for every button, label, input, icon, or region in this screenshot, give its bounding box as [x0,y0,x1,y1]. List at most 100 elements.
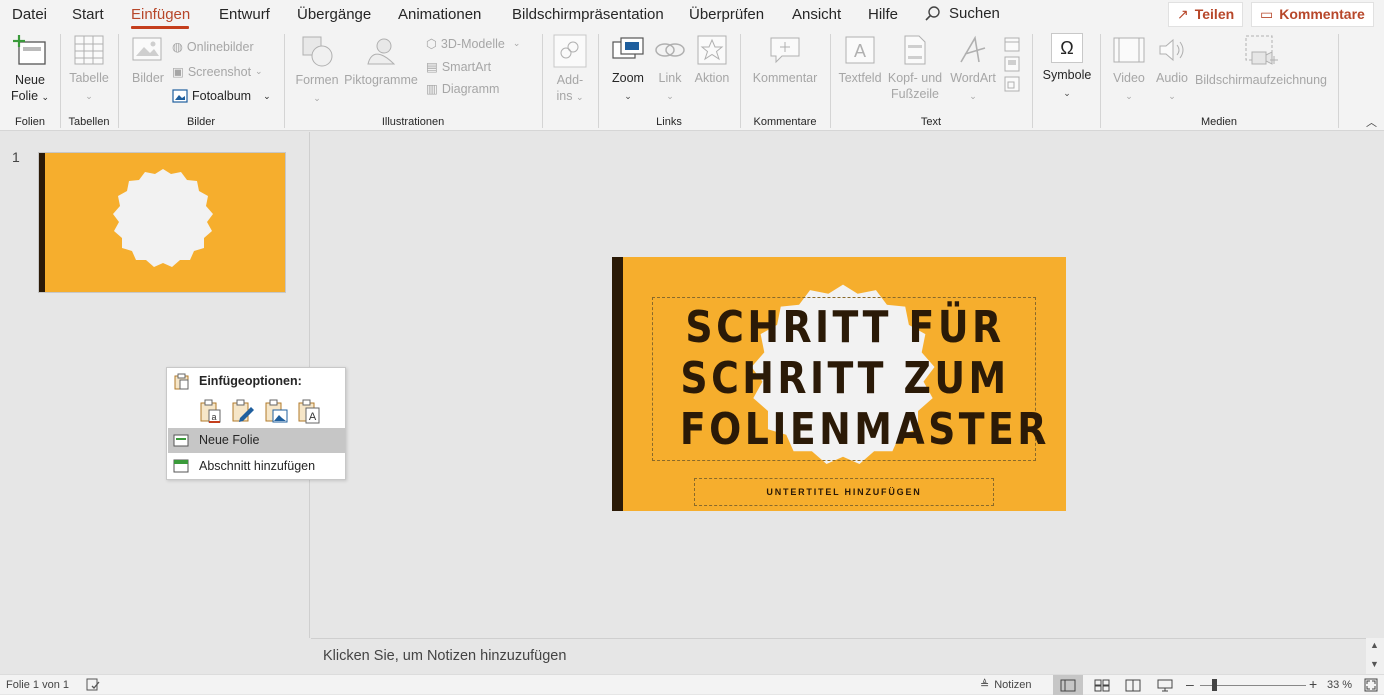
slideshow-button[interactable] [1150,675,1180,695]
header-footer-label-1: Kopf- und [887,71,943,85]
reading-view-button[interactable] [1118,675,1148,695]
comment-label: Kommentar [752,71,818,85]
menu-item-add-section[interactable]: Abschnitt hinzufügen [168,454,345,479]
tab-entwurf[interactable]: Entwurf [219,6,270,23]
accessibility-check-icon[interactable] [86,678,100,691]
tab-animationen[interactable]: Animationen [398,6,481,23]
title-placeholder[interactable]: SCHRITT FÜR SCHRITT ZUM FOLIENMASTER [652,297,1046,461]
screen-recording-button[interactable]: Bildschirmaufzeichnung [1194,34,1328,88]
new-slide-icon [173,434,189,447]
textbox-button[interactable]: A Textfeld [836,34,884,86]
tab-hilfe[interactable]: Hilfe [868,6,898,23]
symbols-button[interactable]: Ω Symbole ⌄ [1040,33,1094,101]
tab-einfuegen[interactable]: Einfügen [131,6,190,23]
zoom-slider-thumb[interactable] [1212,679,1217,691]
search-icon [925,6,940,21]
context-menu: Einfügeoptionen: a A Neue Folie Abschnit… [166,367,346,480]
slide-thumbnail[interactable] [38,152,286,293]
icons-button[interactable]: Piktogramme [342,34,420,88]
tab-ueberpruefen[interactable]: Überprüfen [689,6,764,23]
svg-text:a: a [211,412,216,422]
shapes-button[interactable]: Formen ⌄ [292,34,342,106]
link-label: Link [658,71,682,85]
online-images-button[interactable]: ◍ Onlinebilder [172,39,254,55]
symbols-label: Symbole [1042,68,1092,82]
slide-subtitle: UNTERTITEL HINZUFÜGEN [766,487,922,497]
paste-text-only-icon[interactable]: A [296,398,322,424]
zoom-button[interactable]: Zoom ⌄ [606,34,650,104]
header-footer-button[interactable]: Kopf- und Fußzeile [884,34,946,102]
svg-text:A: A [854,41,866,61]
link-button[interactable]: Link ⌄ [652,34,688,104]
notes-pane[interactable]: Klicken Sie, um Notizen hinzuzufügen [311,638,1367,674]
ribbon-separator [598,34,599,128]
comment-button[interactable]: Kommentar [748,34,822,86]
comments-button[interactable]: ▭ Kommentare [1251,2,1374,27]
badge-shape [113,169,213,267]
images-button[interactable]: Bilder [126,34,170,86]
zoom-out-button[interactable]: – [1186,676,1194,692]
slide-title-line-2: SCHRITT ZUM [680,353,1010,404]
video-button[interactable]: Video ⌄ [1108,34,1150,104]
chevron-down-icon: ⌄ [1063,88,1071,98]
screenshot-button[interactable]: ▣ Screenshot ⌄ [172,64,263,80]
slide-sorter-button[interactable] [1087,675,1117,695]
addins-button[interactable]: Add- ins ⌄ [550,34,590,105]
shapes-icon [302,36,333,67]
fit-to-window-icon[interactable] [1364,678,1378,692]
textbox-label: Textfeld [838,71,882,85]
chevron-down-icon: ⌄ [1125,91,1133,101]
tab-bildschirmpraesentation[interactable]: Bildschirmpräsentation [512,6,664,23]
tab-uebergaenge[interactable]: Übergänge [297,6,371,23]
new-slide-button[interactable]: Neue Folie ⌄ [8,34,52,105]
object-icon[interactable] [1004,76,1020,92]
addins-label-1: Add- [556,73,584,87]
scroll-down-icon[interactable]: ▼ [1370,659,1379,669]
shapes-label: Formen [295,73,339,87]
action-star-icon [697,35,727,65]
action-button[interactable]: Aktion [690,34,734,86]
chevron-down-icon: ⌄ [85,91,93,101]
comment-icon [770,37,800,64]
menu-item-new-slide[interactable]: Neue Folie [168,428,345,453]
collapse-ribbon-icon[interactable]: ︿ [1366,114,1377,130]
zoom-in-button[interactable]: + [1309,676,1317,692]
status-bar: Folie 1 von 1 ≜ Notizen – + 33 % [0,674,1384,695]
cube-icon: ⬡ [426,37,437,51]
search-label: Suchen [949,5,1000,22]
chevron-down-icon: ⌄ [263,90,271,101]
search-box[interactable]: Suchen [924,5,1000,22]
tab-ansicht[interactable]: Ansicht [792,6,841,23]
subtitle-placeholder[interactable]: UNTERTITEL HINZUFÜGEN [694,478,994,506]
3d-models-button[interactable]: ⬡ 3D-Modelle ⌄ [426,36,520,52]
textbox-icon: A [845,36,875,64]
vertical-scrollbar[interactable]: ▲ ▼ [1366,638,1384,674]
ribbon-separator [830,34,831,128]
slide-sorter-icon [1094,679,1110,691]
tab-datei[interactable]: Datei [12,6,47,23]
paste-keep-formatting-icon[interactable] [230,398,256,424]
photo-album-button[interactable]: Fotoalbum ⌄ [172,89,271,103]
zoom-level[interactable]: 33 % [1327,679,1352,691]
group-label-bilder: Bilder [186,116,216,128]
notes-toggle-button[interactable]: ≜ Notizen [980,678,1032,692]
chart-label: Diagramm [441,81,500,96]
link-icon [655,43,685,57]
paste-picture-icon[interactable] [263,398,289,424]
wordart-button[interactable]: WordArt ⌄ [946,34,1000,104]
audio-button[interactable]: Audio ⌄ [1152,34,1192,104]
smartart-icon: ▤ [426,60,438,74]
slide-number-icon[interactable] [1004,56,1020,72]
tab-start[interactable]: Start [72,6,104,23]
paste-use-destination-theme-icon[interactable]: a [198,398,224,424]
share-button[interactable]: ↗ Teilen [1168,2,1244,27]
smartart-button[interactable]: ▤ SmartArt [426,59,491,75]
slide-canvas[interactable]: SCHRITT FÜR SCHRITT ZUM FOLIENMASTER UNT… [612,257,1066,511]
normal-view-button[interactable] [1053,675,1083,695]
chart-button[interactable]: ▥ Diagramm [426,81,500,97]
scroll-up-icon[interactable]: ▲ [1370,640,1379,650]
date-time-icon[interactable] [1004,36,1020,52]
table-button[interactable]: Tabelle ⌄ [66,34,112,104]
menu-item-add-section-label: Abschnitt hinzufügen [199,459,316,473]
slide-accent-bar [612,257,623,511]
